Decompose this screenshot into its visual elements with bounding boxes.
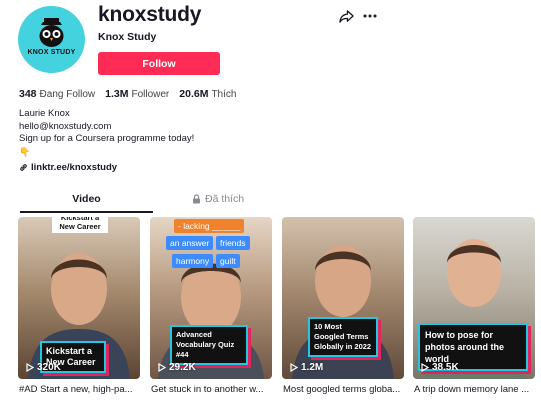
quiz-chip: an answer	[166, 236, 214, 250]
tab-underline	[20, 211, 153, 213]
video-overlay-title: Advanced Vocabulary Quiz #44	[170, 325, 248, 365]
bio-line: Laurie Knox	[19, 108, 70, 119]
quiz-chip: friends	[216, 236, 250, 250]
quiz-chip: - lacking ______	[174, 219, 245, 233]
video-views: 320K	[26, 362, 61, 373]
bio-line: hello@knoxstudy.com	[19, 120, 112, 132]
video-caption[interactable]: #AD Start a new, high-pa...	[19, 384, 141, 395]
play-icon	[421, 363, 429, 372]
play-icon	[158, 363, 166, 372]
link-icon	[20, 164, 27, 171]
likes-stat: 20.6M Thích	[179, 88, 237, 100]
lock-icon	[193, 194, 200, 204]
avatar-text: KNOX STUDY	[27, 49, 76, 56]
tab-video[interactable]: Video	[20, 193, 153, 205]
owl-logo-icon	[39, 18, 64, 47]
video-card[interactable]: 10 Most Googled Terms Globally in 2022 1…	[282, 217, 404, 379]
profile-bio: Laurie Knox hello@knoxstudy.com Sign up …	[19, 108, 194, 158]
profile-nickname: Knox Study	[98, 31, 157, 43]
play-icon	[290, 363, 298, 372]
video-card[interactable]: Kickstart a New Career Kickstart a New C…	[18, 217, 140, 379]
bio-emoji: 👇	[19, 146, 31, 157]
following-stat[interactable]: 348 Đang Follow	[19, 88, 95, 100]
quiz-chip: harmony	[172, 254, 214, 268]
share-icon[interactable]	[339, 9, 354, 24]
more-options-icon[interactable]	[362, 11, 378, 21]
tab-liked[interactable]: Đã thích	[192, 193, 244, 205]
video-views: 38.5K	[421, 362, 459, 373]
video-views: 29.2K	[158, 362, 196, 373]
avatar[interactable]: KNOX STUDY	[18, 6, 85, 73]
profile-link[interactable]: linktr.ee/knoxstudy	[19, 162, 117, 173]
followers-stat[interactable]: 1.3M Follower	[105, 88, 169, 100]
video-caption[interactable]: Most googled terms globa...	[283, 384, 405, 395]
follow-button[interactable]: Follow	[98, 52, 220, 75]
bio-line: Sign up for a Coursera programme today!	[19, 133, 195, 144]
video-views: 1.2M	[290, 362, 323, 373]
video-card[interactable]: - lacking ______ an answer friends harmo…	[150, 217, 272, 379]
play-icon	[26, 363, 34, 372]
quiz-chip: guilt	[216, 254, 240, 268]
profile-stats: 348 Đang Follow 1.3M Follower 20.6M Thích	[19, 88, 236, 100]
video-caption[interactable]: A trip down memory lane ...	[414, 384, 536, 395]
video-caption[interactable]: Get stuck in to another w...	[151, 384, 273, 395]
video-overlay-title-top: Kickstart a New Career	[52, 217, 108, 233]
video-overlay-title: 10 Most Googled Terms Globally in 2022	[308, 317, 378, 357]
profile-username: knoxstudy	[98, 3, 202, 26]
link-text[interactable]: linktr.ee/knoxstudy	[31, 162, 117, 173]
video-card[interactable]: How to pose for photos around the world …	[413, 217, 535, 379]
